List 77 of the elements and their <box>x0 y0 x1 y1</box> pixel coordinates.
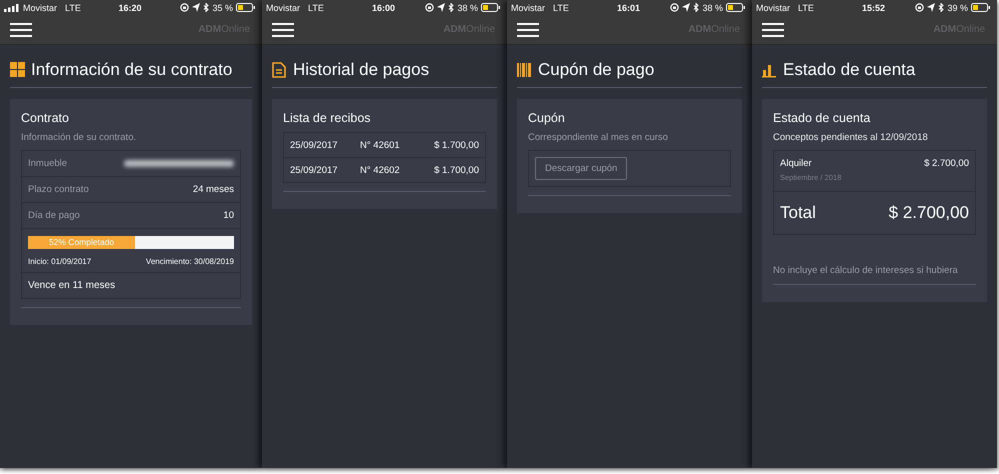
carrier-name: Movistar <box>266 2 300 12</box>
signal-icon <box>4 4 20 12</box>
page-title: Cupón de pago <box>538 60 654 80</box>
total-label: Total <box>780 203 816 223</box>
battery-percent: 38 % <box>702 2 723 12</box>
battery-icon <box>481 3 501 12</box>
battery-percent: 39 % <box>947 2 968 12</box>
network-type: LTE <box>798 2 814 12</box>
progress-label: 52% Completado <box>48 236 116 249</box>
menu-button[interactable] <box>10 22 32 36</box>
menu-button[interactable] <box>272 22 294 36</box>
menu-icon <box>272 22 294 36</box>
concept-name: Alquiler <box>780 158 813 169</box>
carrier-name: Movistar <box>511 2 546 12</box>
battery-icon <box>971 3 991 12</box>
bluetooth-icon <box>448 3 454 12</box>
total-amount: $ 2.700,00 <box>888 203 969 223</box>
document-icon <box>272 62 288 78</box>
network-type: LTE <box>553 2 569 12</box>
location-arrow-icon <box>682 3 690 12</box>
grid-icon <box>10 62 26 78</box>
lock-rotation-icon <box>180 3 190 12</box>
card-title: Lista de recibos <box>283 111 372 125</box>
field-label: Inmueble <box>28 158 68 169</box>
battery-icon <box>236 3 256 12</box>
location-arrow-icon <box>927 3 936 12</box>
lock-rotation-icon <box>915 3 924 12</box>
battery-percent: 38 % <box>457 2 478 12</box>
location-arrow-icon <box>437 3 446 12</box>
receipt-amount: $ 1.700,00 <box>434 164 479 176</box>
concept-amount: $ 2.700,00 <box>924 158 969 169</box>
lock-rotation-icon <box>670 3 680 12</box>
field-value: 10 <box>223 210 234 221</box>
menu-icon <box>517 22 539 36</box>
menu-icon <box>762 22 784 36</box>
bluetooth-icon <box>938 3 944 12</box>
menu-icon <box>10 22 32 36</box>
field-label: Plazo contrato <box>28 184 89 195</box>
field-value: 24 meses <box>192 184 234 195</box>
card-title: Contrato <box>21 111 70 125</box>
menu-button[interactable] <box>517 22 539 36</box>
receipt-number: N° 42602 <box>360 164 401 176</box>
status-time: 16:01 <box>616 2 640 12</box>
battery-percent: 35 % <box>212 2 233 12</box>
receipt-date: 25/09/2017 <box>290 164 339 176</box>
battery-icon <box>726 3 746 12</box>
download-button[interactable]: Descargar cupón <box>535 157 628 180</box>
card-title: Estado de cuenta <box>773 111 872 125</box>
carrier-name: Movistar <box>756 2 790 12</box>
menu-button[interactable] <box>762 22 784 36</box>
expiry-text: Vence en 11 meses <box>28 280 116 291</box>
card-subtitle: Información de su contrato. <box>21 132 138 143</box>
receipt-amount: $ 1.700,00 <box>434 140 479 150</box>
page-title: Información de su contrato <box>31 60 232 80</box>
end-date: Vencimiento: 30/08/2019 <box>146 257 234 266</box>
bluetooth-icon <box>203 3 210 12</box>
bar-chart-icon <box>762 62 778 78</box>
lock-rotation-icon <box>425 3 434 12</box>
page-title: Estado de cuenta <box>783 60 916 80</box>
status-time: 16:00 <box>372 2 396 12</box>
status-time: 15:52 <box>862 2 886 12</box>
field-label: Día de pago <box>28 210 80 221</box>
receipt-date: 25/09/2017 <box>290 140 339 150</box>
page-title: Historial de pagos <box>293 60 430 80</box>
start-date: Inicio: 01/09/2017 <box>28 257 92 266</box>
status-time: 16:20 <box>118 2 142 12</box>
card-title: Cupón <box>528 111 566 125</box>
network-type: LTE <box>308 2 324 12</box>
barcode-icon <box>517 62 533 78</box>
card-subtitle: Conceptos pendientes al 12/09/2018 <box>773 132 929 143</box>
location-arrow-icon <box>192 3 200 12</box>
card-subtitle: Correspondiente al mes en curso <box>528 132 669 143</box>
bluetooth-icon <box>693 3 700 12</box>
carrier-name: Movistar <box>23 2 58 12</box>
network-type: LTE <box>65 2 81 12</box>
disclaimer-text: No incluye el cálculo de intereses si hubiera <box>773 265 959 276</box>
receipt-number: N° 42601 <box>360 140 401 150</box>
